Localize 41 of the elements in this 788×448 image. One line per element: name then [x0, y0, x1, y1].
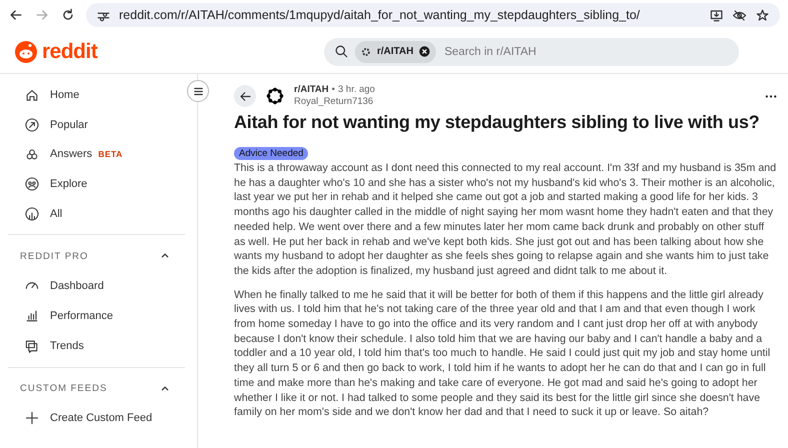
- eye-off-icon[interactable]: [732, 8, 747, 22]
- community-icon: [360, 46, 372, 58]
- sidebar-item[interactable]: Dashboard: [8, 271, 185, 302]
- nav-icon: [24, 338, 40, 354]
- author-link[interactable]: Royal_Return7136: [294, 96, 375, 108]
- flair-tag[interactable]: Advice Needed: [234, 147, 308, 160]
- nav-icon: [24, 410, 40, 426]
- logo-icon[interactable]: [14, 40, 38, 64]
- more-button[interactable]: [764, 94, 778, 98]
- sidebar-item[interactable]: Trends: [8, 330, 185, 360]
- sidebar-item[interactable]: Home: [8, 80, 185, 110]
- search-field[interactable]: r/AITAH Search in r/AITAH: [324, 38, 739, 66]
- beta-label: BETA: [98, 149, 123, 160]
- nav-icon: [24, 116, 40, 133]
- url-text: reddit.com/r/AITAH/comments/1mqupyd/aitah_for_not_wanting_my_stepdaughters_sibling_to/: [119, 8, 640, 22]
- sidebar-item[interactable]: All: [8, 198, 185, 228]
- nav-icon: [24, 176, 40, 192]
- community-avatar-icon[interactable]: [264, 85, 286, 107]
- back-button[interactable]: [234, 85, 256, 107]
- clear-icon[interactable]: [418, 45, 432, 58]
- section-title: REDDIT PRO: [20, 250, 88, 262]
- sidebar-item[interactable]: Performance: [8, 301, 185, 331]
- post-time: 3 hr. ago: [338, 84, 375, 96]
- address-bar[interactable]: reddit.com/r/AITAH/comments/1mqupyd/aitah_for_not_wanting_my_stepdaughters_sibling_to/: [86, 3, 780, 27]
- sidebar-item[interactable]: Answers BETA: [8, 139, 185, 170]
- menu-button[interactable]: [187, 80, 209, 102]
- post-paragraph: When he finally talked to me he said that it will be better for both of them if this happens and the little girl already lives with us. I told him that he's not taking care of the three year old and that I am and that even though I work from home someday I have to go into the office and its very random and I cant just drop her off at with anybody because I don't know their schedule. I also told him that we are having our baby and I can't handle a baby and a toddler and a 10 year old, I told him that's too much to handle. He said I could just quit my job and stay home until they all turn 5 or 6 and then go back to work, I told him if he wants to adopt her he can do that and I can go in full time and make more than he's making and take care of everyone. He got mad and said he's going to adopt her whether I like it or not. I had talked to some people and they said its best for the little girl since she doesn't have family on her mom's side and we don't know her dad and that I need to suck it up or leave. So aitah?: [234, 288, 772, 420]
- sidebar-item[interactable]: Explore: [8, 169, 185, 199]
- install-icon[interactable]: [709, 8, 724, 22]
- more-icon: [764, 94, 778, 98]
- star-icon[interactable]: [755, 8, 770, 22]
- post-title: Aitah for not wanting my stepdaughters sibling to live with us?: [234, 112, 760, 133]
- subreddit-link[interactable]: r/AITAH: [294, 84, 329, 96]
- sidebar-item[interactable]: Popular: [8, 110, 185, 140]
- nav-icon: [24, 206, 40, 222]
- separator-dot: •: [332, 84, 335, 96]
- post-paragraph: This is a throwaway account as I dont need this connected to my real account. I'm 33f and my husband is 35m and he has a daughter who's 10 and she has a sister who's not my husband's kid who's 3. Their mother is an alcoholic, last year we put her in rehab and it helped she came out got a job and started making a good life for her kids. 3 months ago his daughter called in the middle of night saying her mom wasnt home they hadn't eaten and that they needed help. We went over there and a few minutes later her mom came back drunk and probably on other stuff as well. He put her back in rehab and we've kept both kids. She just got out and has been talking about how she wants my husband to adopt her daughter as she feels shes going to relapse again and she wants him to just take the kids after the adoption is finalized, my husband just agreed and didnt talk to me about it.: [234, 161, 778, 279]
- sidebar-item[interactable]: Create Custom Feed: [8, 404, 185, 434]
- section-title: CUSTOM FEEDS: [20, 383, 108, 394]
- community-chip[interactable]: r/AITAH: [355, 40, 436, 62]
- search-icon: [334, 44, 349, 59]
